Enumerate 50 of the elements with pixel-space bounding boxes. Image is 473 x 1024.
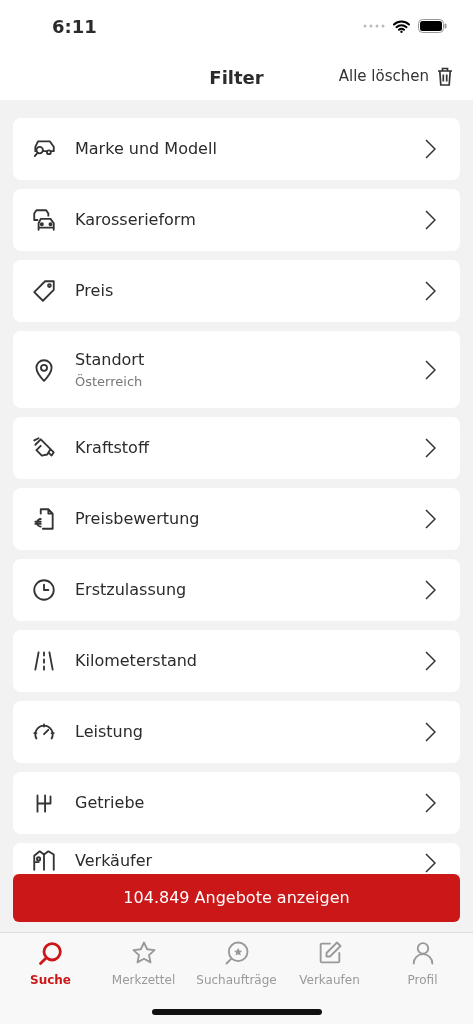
chevron-right-icon [424, 281, 436, 301]
filter-row[interactable]: Getriebe [13, 772, 460, 834]
filter-label: Preis [75, 280, 115, 302]
filter-label: Erstzulassung [75, 579, 188, 601]
search-icon [36, 939, 65, 967]
filter-row[interactable]: Marke und Modell [13, 118, 460, 180]
euro-document-icon [31, 506, 57, 532]
road-icon [31, 648, 57, 674]
filter-label: Karosserieform [75, 209, 197, 231]
chevron-right-icon [424, 722, 436, 742]
signal-icon [363, 24, 385, 28]
chevron-right-icon [424, 359, 436, 380]
chevron-right-icon [424, 210, 436, 230]
clear-all-button[interactable]: Alle löschen [338, 65, 453, 88]
filter-row[interactable]: Verkäufer [13, 843, 460, 874]
filter-row[interactable]: Preis [13, 260, 460, 322]
chevron-right-icon [424, 580, 436, 600]
battery-icon [418, 19, 447, 33]
chevron-right-icon [424, 509, 436, 529]
filter-row[interactable]: Kilometerstand [13, 630, 460, 692]
filter-label: Leistung [75, 721, 144, 743]
filter-row[interactable]: Kraftstoff [13, 417, 460, 479]
filter-label: Verkäufer [75, 850, 154, 872]
chevron-right-icon [424, 438, 436, 458]
filter-label: Kraftstoff [75, 437, 151, 459]
filter-row[interactable]: Leistung [13, 701, 460, 763]
filter-value: Österreich [75, 372, 144, 391]
status-time: 6:11 [52, 14, 97, 39]
chevron-right-icon [424, 139, 436, 159]
chevron-right-icon [424, 853, 436, 873]
filter-label: Kilometerstand [75, 650, 198, 672]
trash-icon [437, 66, 453, 86]
filter-row[interactable]: Preisbewertung [13, 488, 460, 550]
filter-row[interactable]: Erstzulassung [13, 559, 460, 621]
cars-icon [31, 207, 57, 233]
chevron-right-icon [424, 651, 436, 671]
filter-label: Preisbewertung [75, 508, 201, 530]
clock-icon [31, 577, 57, 603]
page-title: Filter [209, 66, 264, 90]
filter-row[interactable]: Standort Österreich [13, 331, 460, 408]
tab-item[interactable]: Suche [4, 939, 97, 991]
filter-row[interactable]: Karosserieform [13, 189, 460, 251]
filter-label: Getriebe [75, 792, 146, 814]
storefront-icon [31, 847, 57, 873]
price-tag-icon [31, 278, 57, 304]
filter-label: Standort [75, 348, 146, 371]
chevron-right-icon [424, 793, 436, 813]
wifi-icon [393, 19, 410, 33]
filter-label: Marke und Modell [75, 138, 218, 160]
show-results-button[interactable]: 104.849 Angebote anzeigen [13, 874, 460, 922]
